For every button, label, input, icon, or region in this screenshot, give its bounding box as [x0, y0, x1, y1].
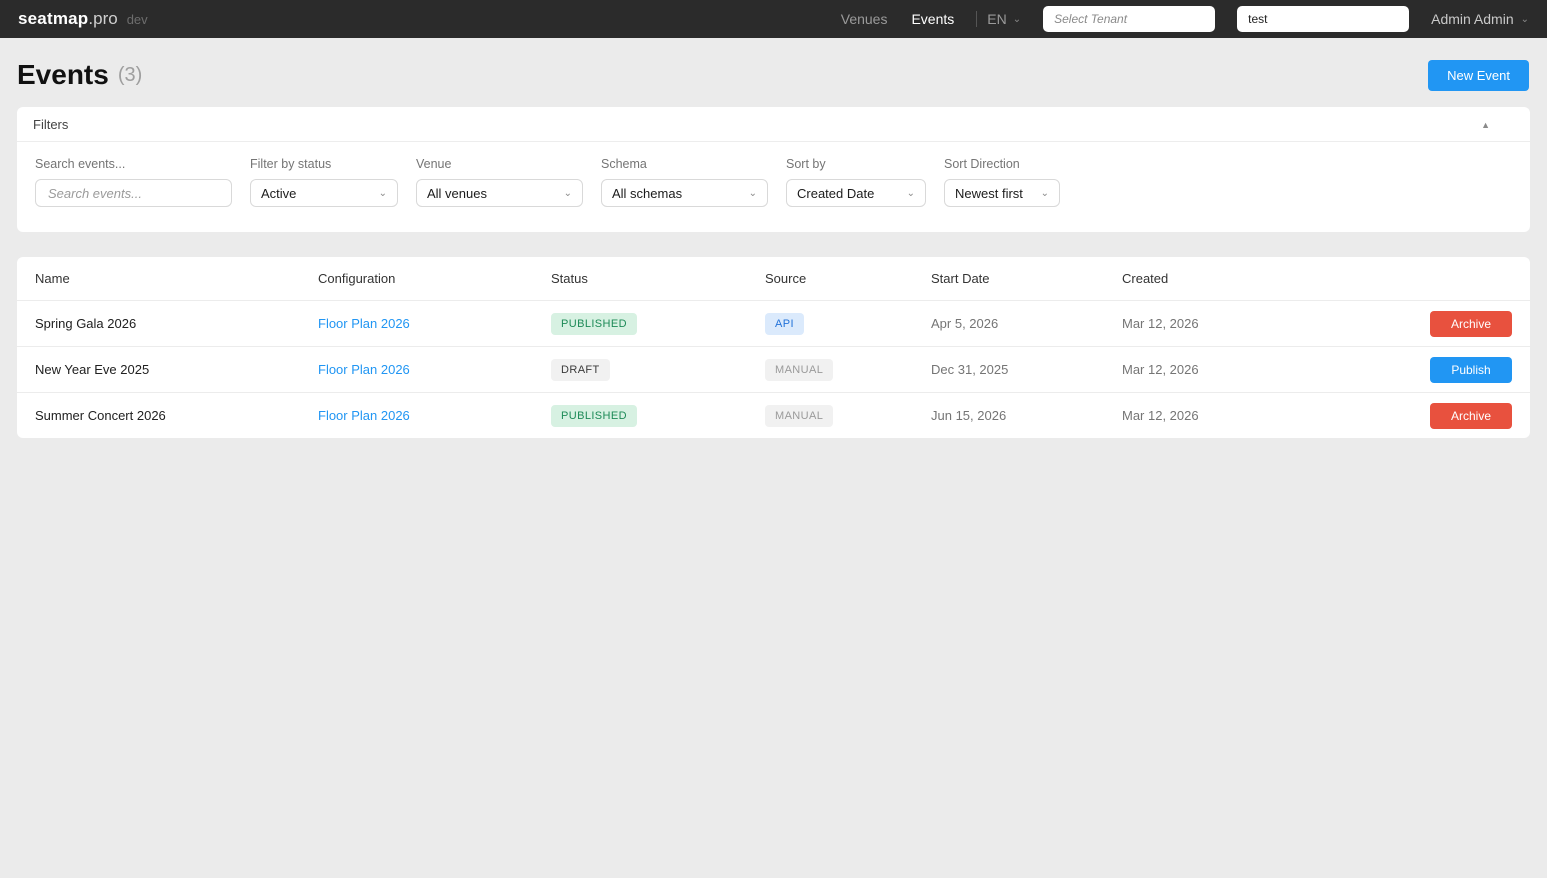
start-date: Jun 15, 2026 — [931, 408, 1007, 423]
collapse-up-icon[interactable]: ▲ — [1481, 120, 1514, 130]
event-name: Spring Gala 2026 — [35, 316, 137, 331]
brand-logo[interactable]: seatmap .pro dev — [18, 9, 148, 29]
chevron-down-icon: ⌄ — [1040, 187, 1049, 199]
chevron-down-icon: ⌄ — [1520, 13, 1529, 25]
filter-select[interactable]: All venues ⌄ — [416, 179, 583, 207]
status-badge: DRAFT — [551, 358, 610, 381]
table-row: Spring Gala 2026 Floor Plan 2026 PUBLISH… — [17, 300, 1530, 346]
new-event-button[interactable]: New Event — [1428, 59, 1529, 91]
column-header: Status — [551, 271, 588, 286]
configuration-link[interactable]: Floor Plan 2026 — [318, 362, 410, 377]
brand-name: seatmap — [18, 9, 89, 28]
navbar-search-input[interactable] — [1237, 6, 1410, 32]
filter-label: Sort Direction — [944, 157, 1020, 171]
filter-search-group: Search events... — [35, 157, 232, 207]
chevron-down-icon: ⌄ — [1012, 13, 1022, 25]
column-header: Source — [765, 271, 807, 286]
filter-select-group: Sort by Created Date ⌄ — [786, 157, 926, 207]
filter-select[interactable]: All schemas ⌄ — [601, 179, 768, 207]
brand-env-badge: dev — [126, 12, 148, 27]
filter-select[interactable]: Active ⌄ — [250, 179, 398, 207]
created-date: Mar 12, 2026 — [1122, 362, 1199, 377]
chevron-down-icon: ⌄ — [748, 187, 757, 199]
table-header-row: Name Configuration Status Source Start Date C… — [17, 257, 1530, 300]
filter-label: Venue — [416, 157, 452, 171]
selected-value: Created Date — [797, 185, 875, 201]
filter-select[interactable]: Newest first ⌄ — [944, 179, 1060, 207]
selected-value: All venues — [427, 185, 487, 201]
chevron-down-icon: ⌄ — [906, 187, 915, 199]
user-name: Admin Admin — [1431, 11, 1514, 27]
brand-suffix: .pro — [88, 9, 118, 28]
filter-selects: Filter by status Active ⌄ Venue All venu… — [250, 157, 1060, 207]
events-table: Name Configuration Status Source Start Date C… — [17, 257, 1530, 438]
event-name: New Year Eve 2025 — [35, 362, 150, 377]
column-header: Start Date — [931, 271, 990, 286]
filter-select-group: Filter by status Active ⌄ — [250, 157, 398, 207]
language-label: EN — [987, 11, 1007, 27]
start-date: Dec 31, 2025 — [931, 362, 1009, 377]
filter-select-group: Sort Direction Newest first ⌄ — [944, 157, 1060, 207]
source-badge: API — [765, 312, 804, 335]
source-badge: MANUAL — [765, 404, 834, 427]
search-events-input[interactable] — [35, 179, 232, 207]
configuration-link[interactable]: Floor Plan 2026 — [318, 316, 410, 331]
filters-title: Filters — [33, 117, 69, 132]
filter-search-label: Search events... — [35, 157, 126, 171]
filters-panel: Filters ▲ Search events... Filter by sta… — [17, 107, 1530, 232]
row-action-button[interactable]: Archive — [1430, 402, 1512, 429]
filter-label: Sort by — [786, 157, 826, 171]
status-badge: PUBLISHED — [551, 404, 637, 427]
column-header: Created — [1122, 271, 1169, 286]
filter-select-group: Schema All schemas ⌄ — [601, 157, 768, 207]
nav-links: Venues Events — [841, 11, 955, 27]
filter-select[interactable]: Created Date ⌄ — [786, 179, 926, 207]
row-action-button[interactable]: Archive — [1430, 310, 1512, 337]
filters-header[interactable]: Filters ▲ — [17, 107, 1530, 142]
selected-value: Newest first — [955, 185, 1023, 201]
navbar-right: Venues Events EN ⌄ Admin Admin ⌄ — [841, 6, 1529, 32]
filters-body: Search events... Filter by status Active… — [17, 142, 1530, 232]
page-title: Events — [17, 59, 109, 90]
chevron-down-icon: ⌄ — [563, 187, 572, 199]
events-count: (3) — [117, 63, 143, 86]
filter-select-group: Venue All venues ⌄ — [416, 157, 583, 207]
language-selector[interactable]: EN ⌄ — [987, 11, 1021, 27]
filter-label: Filter by status — [250, 157, 332, 171]
start-date: Apr 5, 2026 — [931, 316, 999, 331]
page-header: Events (3) New Event — [0, 38, 1547, 107]
row-action-button[interactable]: Publish — [1430, 356, 1512, 383]
selected-value: Active — [261, 185, 297, 201]
status-badge: PUBLISHED — [551, 312, 637, 335]
created-date: Mar 12, 2026 — [1122, 316, 1199, 331]
chevron-down-icon: ⌄ — [378, 187, 387, 199]
selected-value: All schemas — [612, 185, 683, 201]
navbar: seatmap .pro dev Venues Events EN ⌄ Admin… — [0, 0, 1547, 38]
column-header: Name — [35, 271, 70, 286]
nav-link-events[interactable]: Events — [911, 11, 954, 27]
configuration-link[interactable]: Floor Plan 2026 — [318, 408, 410, 423]
tenant-select-input[interactable] — [1043, 6, 1216, 32]
table-body: Spring Gala 2026 Floor Plan 2026 PUBLISH… — [17, 300, 1530, 438]
event-name: Summer Concert 2026 — [35, 408, 166, 423]
filter-label: Schema — [601, 157, 647, 171]
nav-separator — [976, 11, 978, 27]
table-row: New Year Eve 2025 Floor Plan 2026 DRAFT … — [17, 346, 1530, 392]
column-header: Configuration — [318, 271, 396, 286]
nav-link-venues[interactable]: Venues — [841, 11, 888, 27]
source-badge: MANUAL — [765, 358, 834, 381]
user-menu[interactable]: Admin Admin ⌄ — [1431, 11, 1529, 27]
created-date: Mar 12, 2026 — [1122, 408, 1199, 423]
table-row: Summer Concert 2026 Floor Plan 2026 PUBL… — [17, 392, 1530, 438]
